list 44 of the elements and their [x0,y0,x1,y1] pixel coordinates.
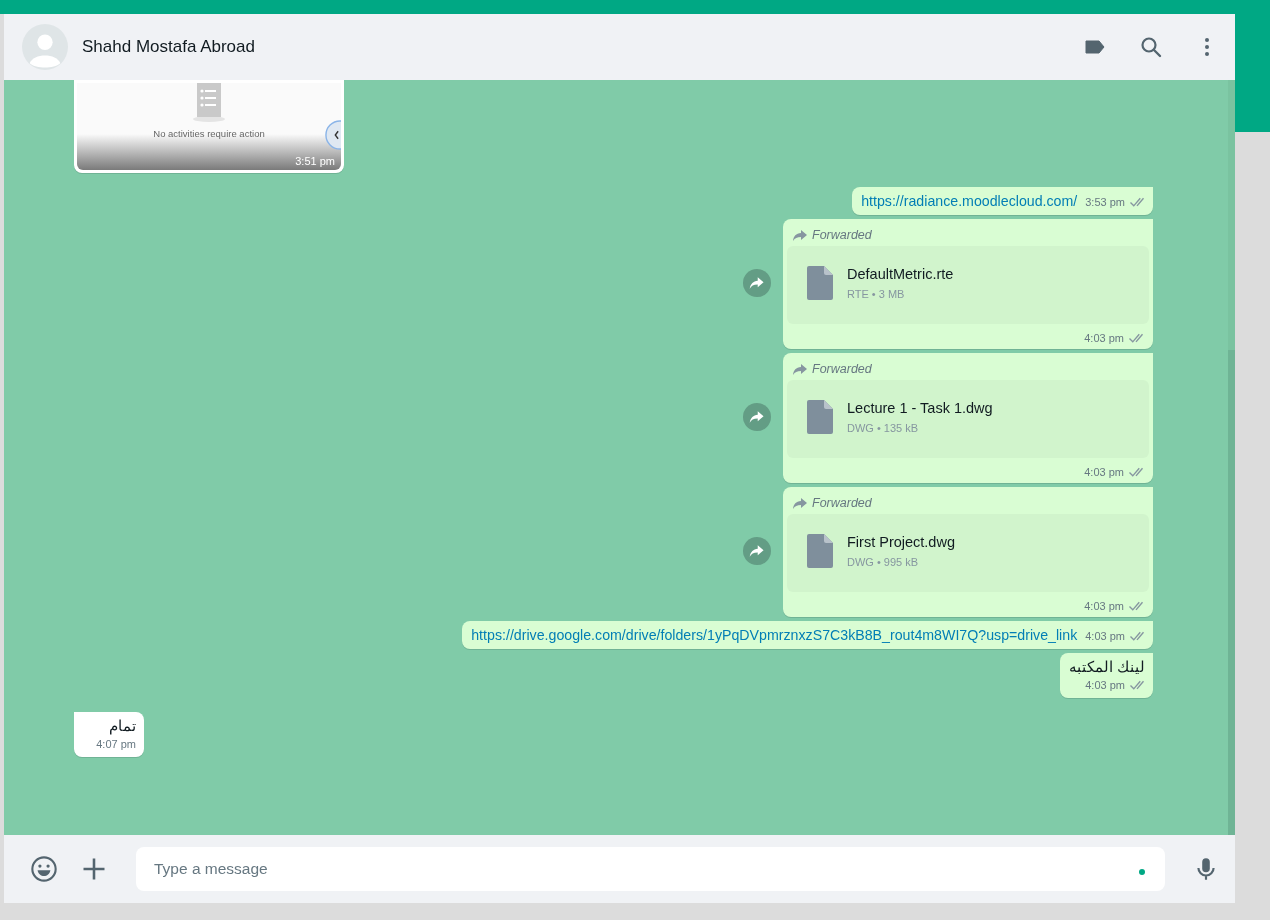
file-attachment[interactable]: Lecture 1 - Task 1.dwg DWG • 135 kB [787,380,1149,458]
message-time: 4:03 pm [1084,465,1124,478]
message-time: 4:03 pm [1085,678,1125,691]
forward-arrow-icon [748,275,766,291]
message-text: تمام [109,718,136,734]
file-name: Lecture 1 - Task 1.dwg [847,400,993,416]
document-icon [807,400,833,434]
forward-button[interactable] [743,403,771,431]
file-name: DefaultMetric.rte [847,266,954,282]
file-info: RTE • 3 MB [847,288,906,300]
file-info: DWG • 995 kB [847,556,920,568]
contact-name[interactable]: Shahd Mostafa Abroad [82,37,255,57]
link[interactable]: https://drive.google.com/drive/folders/1yPqDVpmrznxzS7C3kB8B_rout4m8WI7Q?usp=drive_link [471,627,1078,643]
forwarded-icon [793,229,807,241]
forwarded-label: Forwarded [812,496,872,510]
document-icon [807,266,833,300]
scrollbar[interactable] [1228,350,1235,835]
forwarded-icon [793,363,807,375]
message-time: 4:07 pm [96,737,136,750]
message-time: 3:53 pm [1085,195,1125,208]
forwarded-label: Forwarded [812,362,872,376]
emoji-icon[interactable] [30,855,58,883]
file-attachment[interactable]: First Project.dwg DWG • 995 kB [787,514,1149,592]
forward-button[interactable] [743,537,771,565]
search-icon[interactable] [1139,35,1163,59]
message-time: 3:51 pm [295,155,335,167]
message-time: 4:03 pm [1084,599,1124,612]
message-text: لينك المكتبه [1068,659,1145,675]
forwarded-label: Forwarded [812,228,872,242]
forward-arrow-icon [748,409,766,425]
dot-icon [1139,869,1145,875]
forward-arrow-icon [748,543,766,559]
message-input[interactable]: Type a message [136,847,1165,891]
file-attachment[interactable]: DefaultMetric.rte RTE • 3 MB [787,246,1149,324]
message-time: 4:03 pm [1084,331,1124,344]
file-name: First Project.dwg [847,534,955,550]
forwarded-icon [793,497,807,509]
screenshot-image[interactable]: No activities require action 3:51 pm [77,83,341,170]
forward-button[interactable] [743,269,771,297]
link[interactable]: https://radiance.moodlecloud.com/ [861,193,1078,209]
screenshot-text: No activities require action [153,128,265,139]
document-icon [807,534,833,568]
file-info: DWG • 135 kB [847,422,920,434]
message-time: 4:03 pm [1085,629,1125,642]
